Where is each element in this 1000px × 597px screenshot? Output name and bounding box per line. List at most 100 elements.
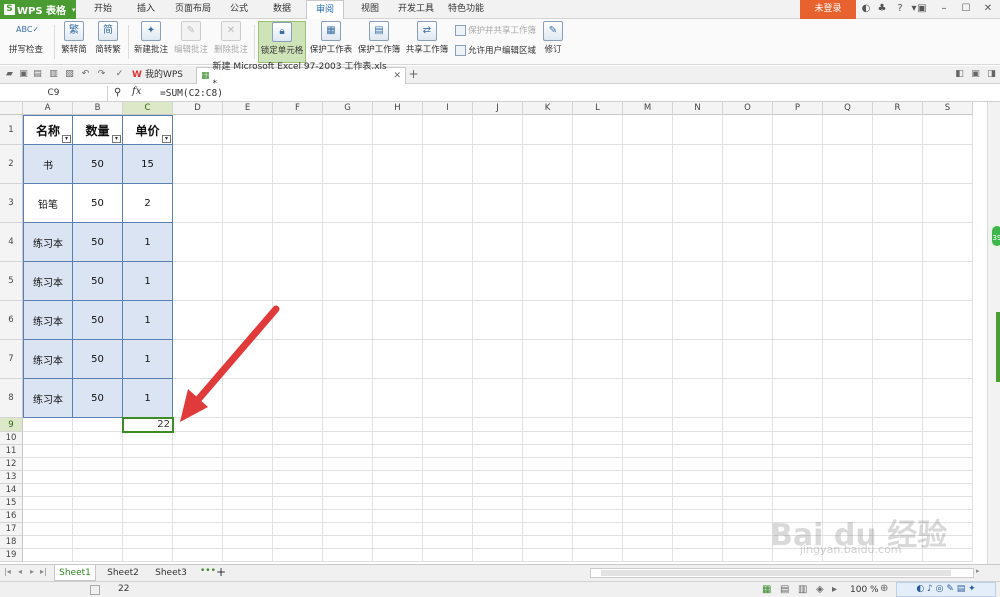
grid-cell[interactable]	[273, 471, 323, 484]
grid-cell[interactable]	[323, 379, 373, 418]
grid-cell[interactable]	[173, 262, 223, 301]
table-cell[interactable]: 铅笔	[23, 184, 73, 223]
grid-cell[interactable]	[73, 418, 123, 432]
grid-cell[interactable]	[673, 340, 723, 379]
grid-cell[interactable]	[923, 340, 973, 379]
grid-cell[interactable]	[673, 184, 723, 223]
table-cell[interactable]: 1	[123, 301, 173, 340]
table-cell[interactable]: 2	[123, 184, 173, 223]
grid-cell[interactable]	[123, 549, 173, 562]
grid-cell[interactable]	[873, 379, 923, 418]
grid-cell[interactable]	[823, 223, 873, 262]
grid-cell[interactable]	[673, 458, 723, 471]
grid-cell[interactable]	[23, 484, 73, 497]
grid-cell[interactable]	[373, 536, 423, 549]
column-header-s[interactable]: S	[923, 102, 973, 115]
grid-cell[interactable]	[523, 549, 573, 562]
grid-cell[interactable]	[873, 301, 923, 340]
vertical-scrollbar[interactable]: 39	[987, 102, 1000, 564]
grid-cell[interactable]	[373, 471, 423, 484]
grid-cell[interactable]	[823, 445, 873, 458]
grid-cell[interactable]	[273, 549, 323, 562]
grid-cell[interactable]	[523, 418, 573, 432]
grid-cell[interactable]	[223, 115, 273, 145]
row-header-14[interactable]: 14	[0, 484, 23, 497]
grid-cell[interactable]	[673, 379, 723, 418]
grid-cell[interactable]	[923, 145, 973, 184]
break-view-icon[interactable]: ▥	[798, 584, 807, 595]
column-header-r[interactable]: R	[873, 102, 923, 115]
grid-cell[interactable]	[373, 549, 423, 562]
column-header-q[interactable]: Q	[823, 102, 873, 115]
grid-cell[interactable]	[223, 418, 273, 432]
grid-cell[interactable]	[723, 471, 773, 484]
grid-cell[interactable]	[773, 445, 823, 458]
grid-cell[interactable]	[923, 262, 973, 301]
grid-cell[interactable]	[473, 497, 523, 510]
grid-cell[interactable]	[723, 262, 773, 301]
save-icon[interactable]: ▣	[18, 69, 29, 80]
grid-cell[interactable]	[23, 536, 73, 549]
grid-cell[interactable]	[423, 115, 473, 145]
grid-cell[interactable]	[773, 471, 823, 484]
grid-cell[interactable]	[623, 184, 673, 223]
table-cell[interactable]: 50	[73, 145, 123, 184]
grid-cell[interactable]	[223, 536, 273, 549]
grid-cell[interactable]	[773, 262, 823, 301]
grid-cell[interactable]	[723, 301, 773, 340]
grid-cell[interactable]	[323, 418, 373, 432]
grid-cell[interactable]	[373, 458, 423, 471]
grid-cell[interactable]	[373, 510, 423, 523]
grid-cell[interactable]	[73, 445, 123, 458]
grid-cell[interactable]	[823, 379, 873, 418]
grid-cell[interactable]	[873, 418, 923, 432]
table-cell[interactable]: 1	[123, 379, 173, 418]
row-header-3[interactable]: 3	[0, 184, 23, 223]
grid-cell[interactable]	[573, 471, 623, 484]
grid-cell[interactable]	[173, 458, 223, 471]
help-icon[interactable]: ?	[894, 3, 906, 15]
grid-cell[interactable]	[573, 418, 623, 432]
zoom-out-icon[interactable]: ▸	[832, 584, 837, 595]
table-cell[interactable]: 练习本	[23, 262, 73, 301]
grid-cell[interactable]	[423, 184, 473, 223]
grid-cell[interactable]	[223, 262, 273, 301]
last-sheet-icon[interactable]: ▸|	[40, 567, 47, 576]
grid-cell[interactable]	[273, 262, 323, 301]
grid-cell[interactable]	[573, 458, 623, 471]
grid-cell[interactable]	[673, 115, 723, 145]
grid-cell[interactable]	[223, 379, 273, 418]
column-header-l[interactable]: L	[573, 102, 623, 115]
grid-cell[interactable]	[823, 262, 873, 301]
grid-cell[interactable]	[473, 523, 523, 536]
grid-cell[interactable]	[173, 432, 223, 445]
grid-cell[interactable]	[773, 418, 823, 432]
grid-cell[interactable]	[173, 445, 223, 458]
grid-cell[interactable]	[473, 379, 523, 418]
grid-cell[interactable]	[573, 340, 623, 379]
grid-cell[interactable]	[173, 471, 223, 484]
grid-cell[interactable]	[773, 379, 823, 418]
column-header-p[interactable]: P	[773, 102, 823, 115]
grid-cell[interactable]	[223, 523, 273, 536]
new-comment-button[interactable]: ✦ 新建批注	[132, 21, 170, 63]
add-sheet-icon[interactable]: +	[216, 565, 226, 579]
table-cell[interactable]: 1	[123, 340, 173, 379]
simp-to-trad-button[interactable]: 简 简转繁	[92, 21, 124, 63]
grid-cell[interactable]	[673, 432, 723, 445]
grid-cell[interactable]	[373, 418, 423, 432]
filter-dropdown-icon[interactable]: ▾	[112, 135, 121, 143]
grid-cell[interactable]	[73, 497, 123, 510]
delete-comment-button[interactable]: ✕ 删除批注	[212, 21, 250, 63]
table-cell[interactable]: 书	[23, 145, 73, 184]
grid-cell[interactable]	[523, 145, 573, 184]
grid-cell[interactable]	[723, 510, 773, 523]
grid-cell[interactable]	[423, 510, 473, 523]
column-header-e[interactable]: E	[223, 102, 273, 115]
grid-cell[interactable]	[823, 432, 873, 445]
column-header-m[interactable]: M	[623, 102, 673, 115]
grid-cell[interactable]	[873, 458, 923, 471]
grid-cell[interactable]	[923, 379, 973, 418]
grid-cell[interactable]	[423, 445, 473, 458]
grid-cell[interactable]	[873, 262, 923, 301]
